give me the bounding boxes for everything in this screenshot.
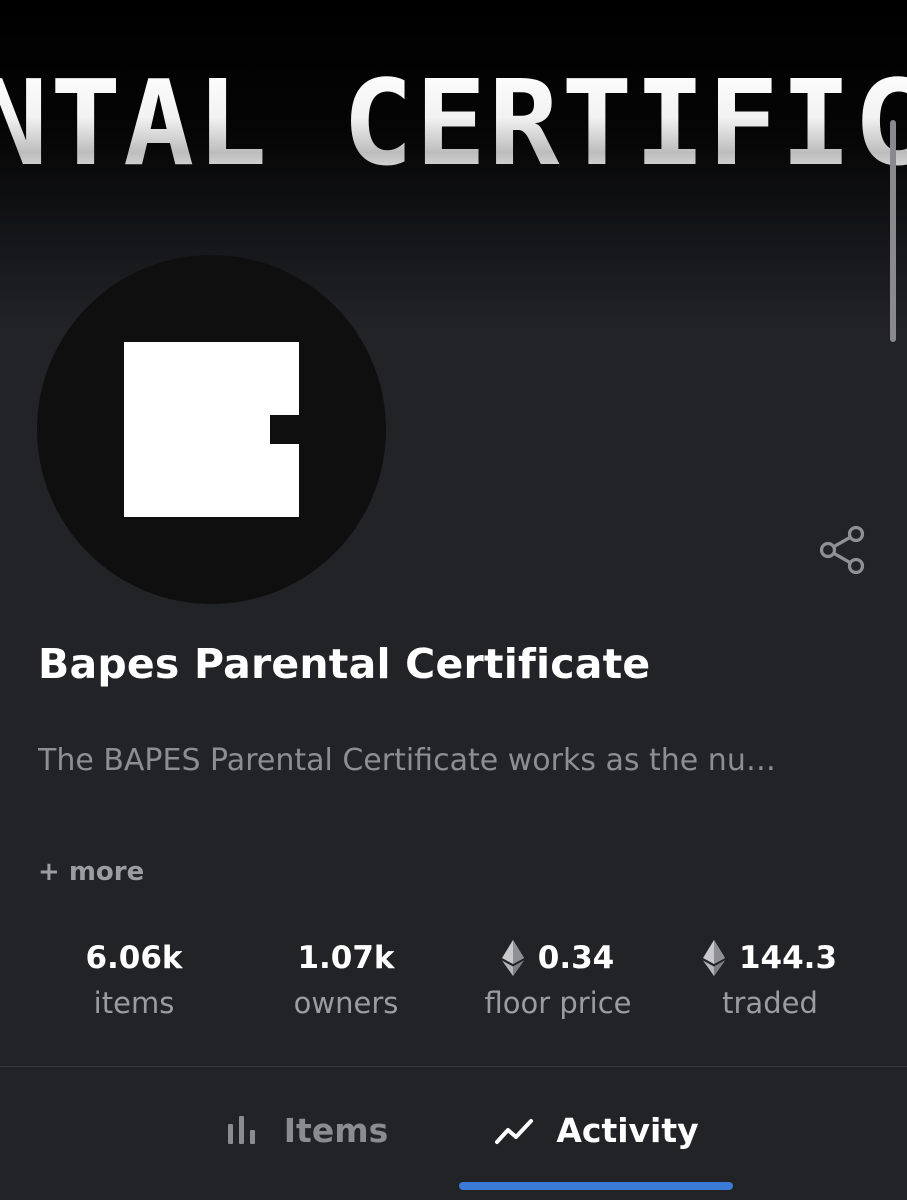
stat-items: 6.06k items xyxy=(28,936,240,1020)
stat-label: owners xyxy=(293,986,399,1020)
collection-logo-icon xyxy=(124,342,299,517)
tab-items-label: Items xyxy=(283,1110,389,1150)
stat-traded: 144.3 traded xyxy=(664,936,876,1020)
stat-value: 6.06k xyxy=(85,940,183,976)
stat-value: 1.07k xyxy=(297,940,395,976)
ethereum-icon xyxy=(702,940,725,976)
collection-title: Bapes Parental Certificate xyxy=(38,640,651,688)
collection-description: The BAPES Parental Certificate works as … xyxy=(38,743,776,778)
bar-chart-icon xyxy=(227,1116,255,1144)
stat-floor-price: 0.34 floor price xyxy=(452,936,664,1020)
trend-line-icon xyxy=(495,1119,534,1144)
tab-items[interactable]: Items xyxy=(180,1088,430,1172)
stat-value: 0.34 xyxy=(537,940,615,976)
stat-label: items xyxy=(93,986,175,1020)
tab-activity[interactable]: Activity xyxy=(460,1088,733,1172)
more-link[interactable]: + more xyxy=(38,857,144,887)
banner-text: ENTAL CERTIFIC xyxy=(0,64,907,182)
stat-owners: 1.07k owners xyxy=(240,936,452,1020)
stat-label: floor price xyxy=(484,986,632,1020)
ethereum-icon xyxy=(501,940,524,976)
collection-stats: 6.06k items 1.07k owners 0.34 floor pric… xyxy=(28,936,878,1036)
share-button[interactable] xyxy=(816,524,868,576)
stat-label: traded xyxy=(722,986,818,1020)
collection-page: ENTAL CERTIFIC Bapes Parental Certificat… xyxy=(0,0,907,1200)
share-icon xyxy=(819,525,865,575)
stat-value: 144.3 xyxy=(738,940,838,976)
collection-avatar xyxy=(37,255,386,604)
scrollbar[interactable] xyxy=(890,120,896,342)
tab-activity-label: Activity xyxy=(556,1110,699,1150)
tabs-divider xyxy=(0,1066,907,1067)
active-tab-indicator xyxy=(459,1182,733,1190)
